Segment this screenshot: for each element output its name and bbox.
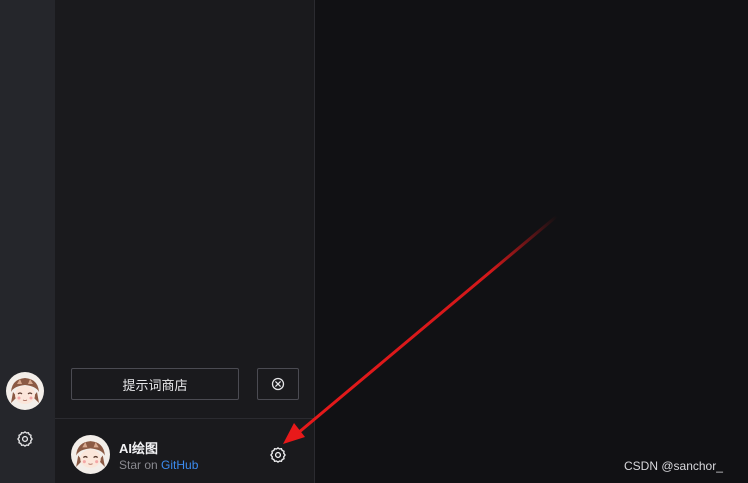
rail-settings-gear-icon[interactable] [16,430,34,448]
app-window: 提示词商店 AI绘图 Star on GitHub CSDN @sanchor_ [0,0,748,483]
icon-rail [0,0,55,483]
sidebar-divider [55,418,314,419]
github-link[interactable]: GitHub [161,458,198,472]
star-on-label: Star on [119,458,158,472]
circle-x-icon [271,377,285,391]
profile-name: AI绘图 [119,441,159,456]
main-content-area [315,0,748,483]
profile-subtitle: Star on GitHub [119,458,198,472]
watermark: CSDN @sanchor_ [624,459,723,473]
user-avatar[interactable] [6,372,44,410]
settings-gear-icon[interactable] [269,446,287,464]
sidebar: 提示词商店 AI绘图 Star on GitHub [55,0,315,483]
clear-button[interactable] [257,368,299,400]
profile-avatar [71,435,110,474]
prompt-store-button[interactable]: 提示词商店 [71,368,239,400]
